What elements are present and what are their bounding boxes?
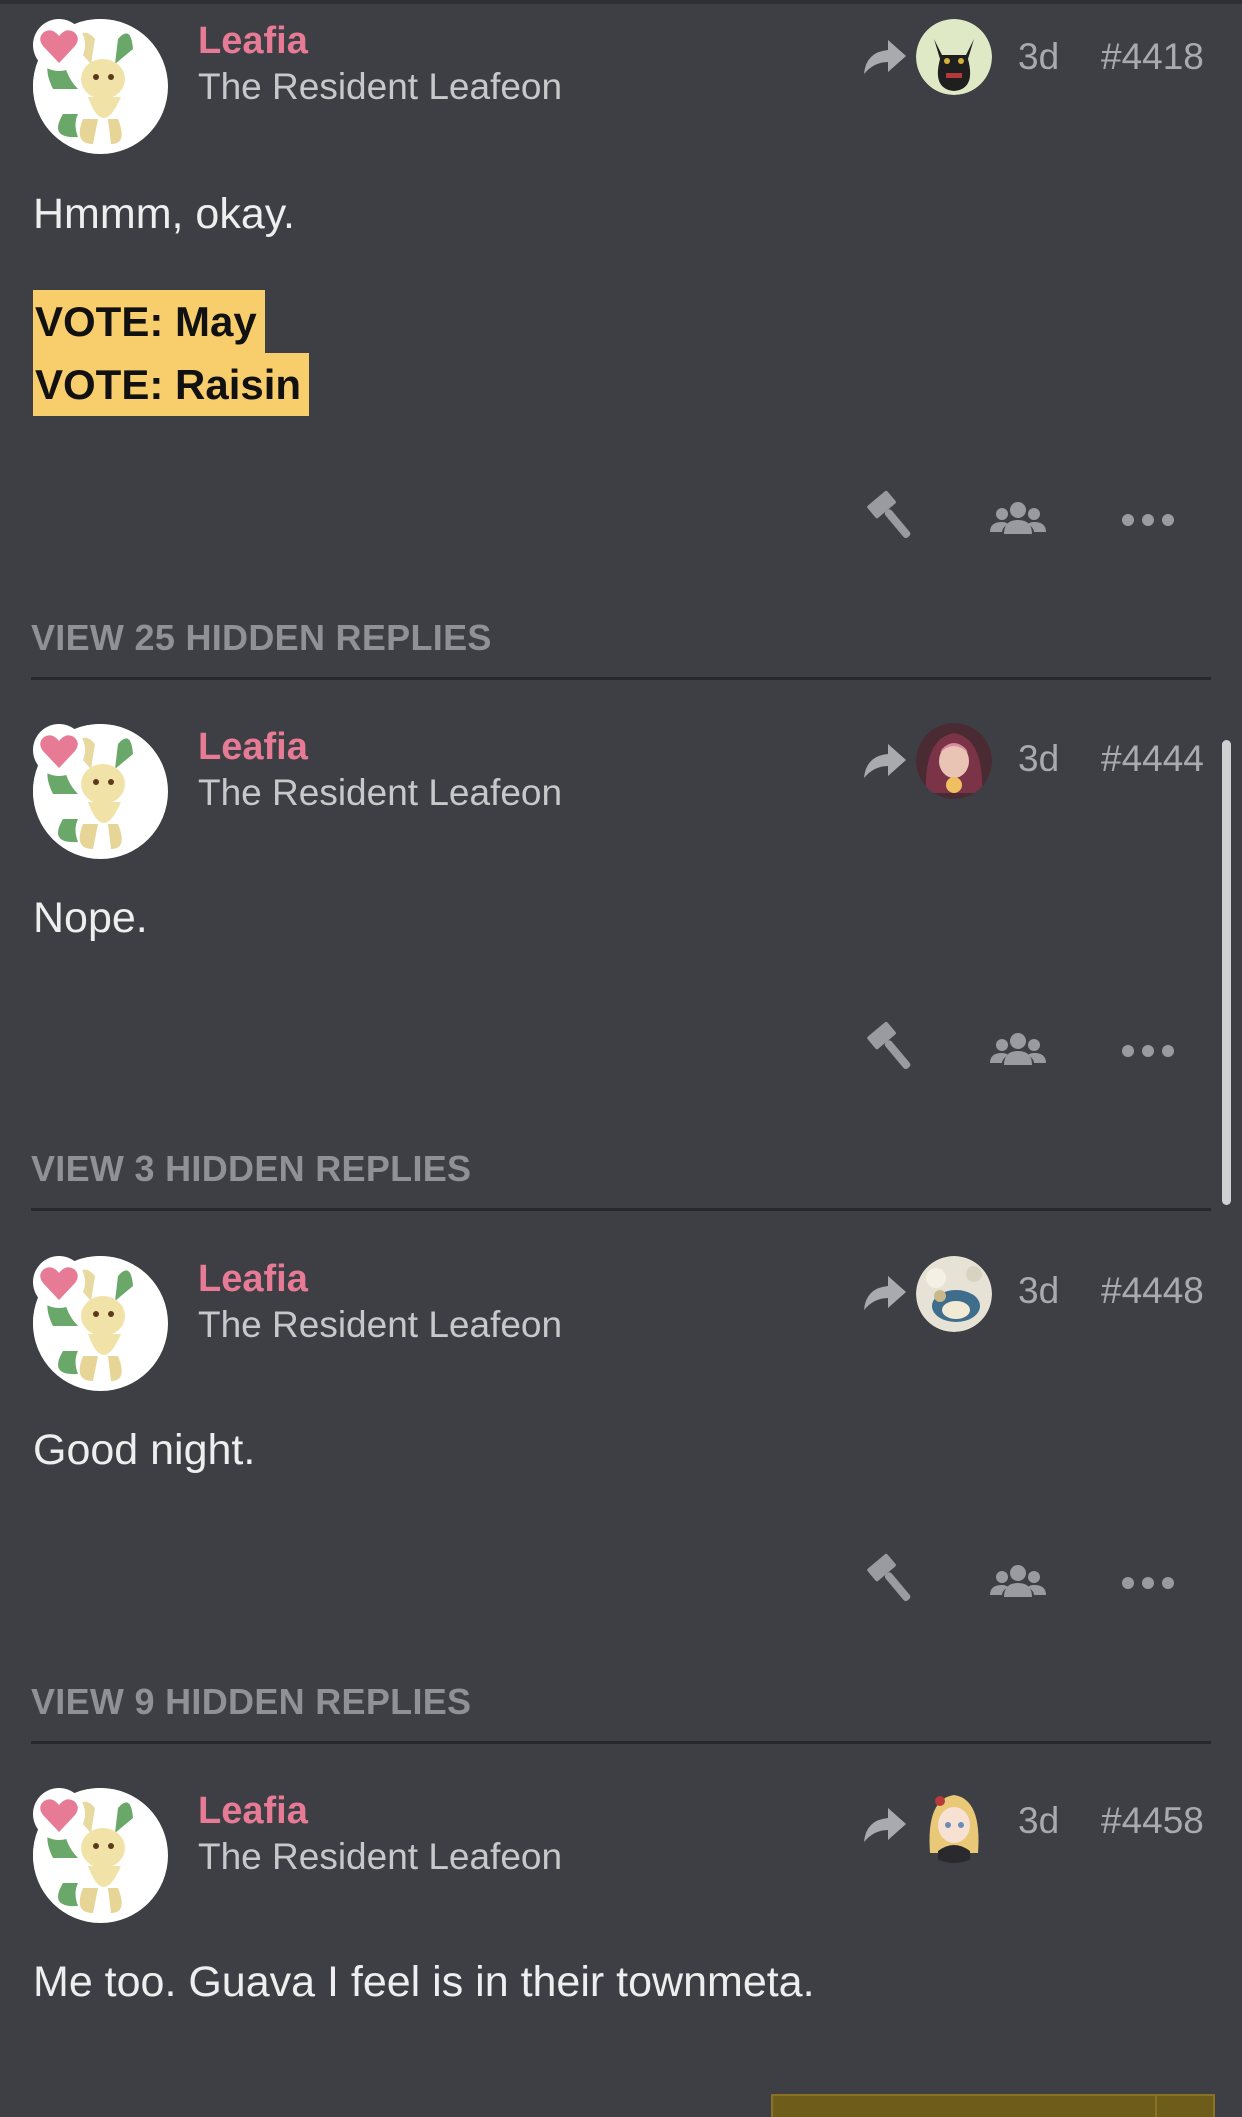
post-body: Good night. — [33, 1426, 256, 1474]
user-title: The Resident Leafeon — [198, 66, 563, 107]
username[interactable]: Leafia — [198, 1258, 308, 1301]
sleeping-creature-avatar[interactable] — [916, 1256, 992, 1332]
reply-arrow-icon[interactable] — [862, 38, 908, 76]
user-avatar[interactable] — [33, 19, 168, 154]
reply-arrow-icon[interactable] — [862, 742, 908, 780]
post-body: Hmmm, okay. — [33, 190, 295, 238]
vote-highlights: VOTE: May VOTE: Raisin — [33, 290, 310, 416]
post-age[interactable]: 3d — [1018, 1270, 1059, 1312]
top-edge — [0, 0, 1242, 4]
post-actions — [0, 1021, 1242, 1081]
user-title: The Resident Leafeon — [198, 1304, 563, 1345]
post-number[interactable]: #4444 — [1101, 738, 1204, 780]
ellipsis-icon[interactable] — [1118, 490, 1178, 550]
view-hidden-replies-link[interactable]: VIEW 9 HIDDEN REPLIES — [31, 1681, 1211, 1744]
username[interactable]: Leafia — [198, 726, 308, 769]
gavel-icon[interactable] — [858, 490, 918, 550]
post-number[interactable]: #4458 — [1101, 1800, 1204, 1842]
heart-icon — [33, 1788, 85, 1840]
user-title: The Resident Leafeon — [198, 1836, 563, 1877]
bottom-toolbar-edge — [771, 2094, 1215, 2117]
post-age[interactable]: 3d — [1018, 738, 1059, 780]
post-actions — [0, 1553, 1242, 1613]
reply-arrow-icon[interactable] — [862, 1806, 908, 1844]
heart-icon — [33, 19, 85, 71]
hooded-girl-avatar[interactable] — [916, 723, 992, 799]
user-title: The Resident Leafeon — [198, 772, 563, 813]
post-number[interactable]: #4448 — [1101, 1270, 1204, 1312]
gavel-icon[interactable] — [858, 1021, 918, 1081]
view-hidden-replies-link[interactable]: VIEW 3 HIDDEN REPLIES — [31, 1148, 1211, 1211]
users-icon[interactable] — [988, 1553, 1048, 1613]
username[interactable]: Leafia — [198, 20, 308, 63]
ellipsis-icon[interactable] — [1118, 1021, 1178, 1081]
users-icon[interactable] — [988, 1021, 1048, 1081]
blonde-girl-avatar[interactable] — [916, 1787, 992, 1863]
heart-icon — [33, 1256, 85, 1308]
post-age[interactable]: 3d — [1018, 36, 1059, 78]
users-icon[interactable] — [988, 490, 1048, 550]
post-body: Nope. — [33, 894, 148, 942]
reply-arrow-icon[interactable] — [862, 1274, 908, 1312]
gavel-icon[interactable] — [858, 1553, 918, 1613]
ellipsis-icon[interactable] — [1118, 1553, 1178, 1613]
post-actions — [0, 490, 1242, 550]
post-age[interactable]: 3d — [1018, 1800, 1059, 1842]
user-avatar[interactable] — [33, 724, 168, 859]
user-avatar[interactable] — [33, 1256, 168, 1391]
toolbar-divider — [1155, 2096, 1157, 2117]
post-body: Me too. Guava I feel is in their townmet… — [33, 1958, 815, 2006]
post-number[interactable]: #4418 — [1101, 36, 1204, 78]
scrollbar-thumb[interactable] — [1222, 740, 1231, 1205]
username[interactable]: Leafia — [198, 1790, 308, 1833]
view-hidden-replies-link[interactable]: VIEW 25 HIDDEN REPLIES — [31, 617, 1211, 680]
user-avatar[interactable] — [33, 1788, 168, 1923]
vote-line: VOTE: Raisin — [33, 353, 310, 416]
vote-line: VOTE: May — [33, 290, 265, 353]
black-cat-avatar[interactable] — [916, 19, 992, 95]
heart-icon — [33, 724, 85, 776]
